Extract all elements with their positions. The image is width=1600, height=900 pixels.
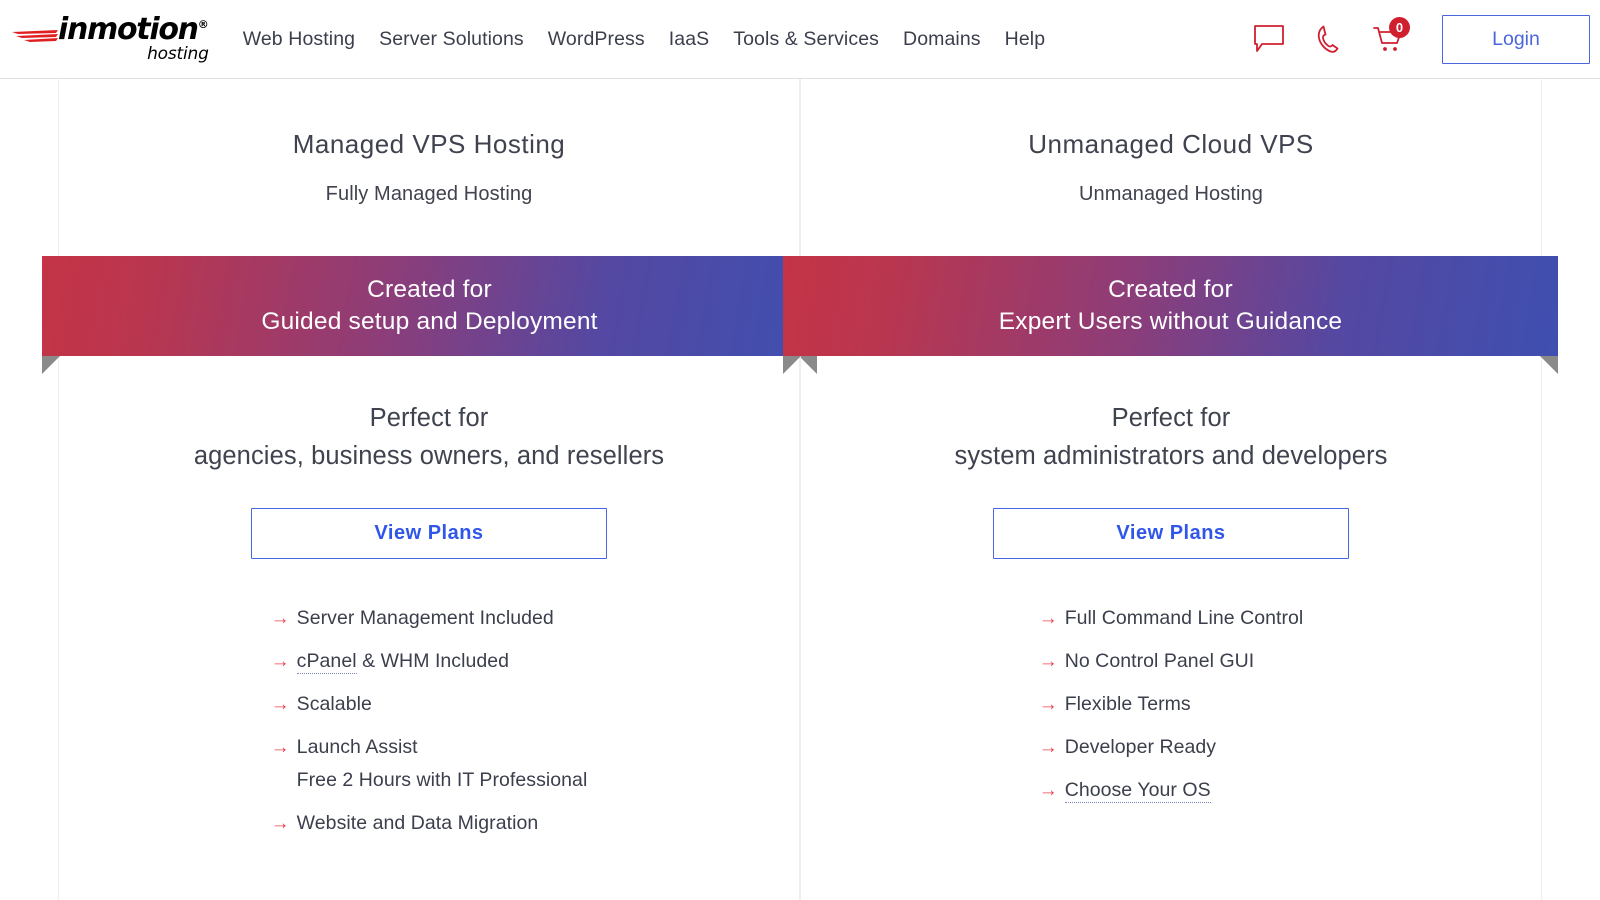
primary-navigation: Web Hosting Server Solutions WordPress I… — [231, 22, 1057, 57]
plan-subtitle: Unmanaged Hosting — [1078, 183, 1264, 206]
nav-item-help[interactable]: Help — [993, 22, 1058, 57]
arrow-right-icon: → — [270, 736, 290, 758]
arrow-right-icon: → — [1038, 736, 1058, 758]
feature-text: Developer Ready — [1064, 735, 1217, 758]
list-item: → Flexible Terms — [1039, 693, 1304, 716]
feature-text: Flexible Terms — [1064, 692, 1191, 715]
list-item: → Developer Ready — [1039, 736, 1304, 759]
feature-text: No Control Panel GUI — [1064, 649, 1255, 672]
list-item: → Choose Your OS — [1038, 778, 1304, 803]
feature-list: → Server Management Included → cPanel & … — [271, 607, 588, 855]
perfect-for-label: Perfect for — [1111, 404, 1231, 433]
arrow-right-icon: → — [270, 650, 290, 672]
brand-registered-mark: ® — [197, 18, 209, 31]
feature-list: → Full Command Line Control → No Control… — [1039, 607, 1304, 822]
feature-text: Scalable — [296, 692, 372, 715]
ribbon-line-1: Created for — [1108, 275, 1233, 303]
chat-icon-glyph — [1254, 25, 1284, 52]
ribbon-line-2: Guided setup and Deployment — [261, 308, 598, 336]
plan-body: Perfect for agencies, business owners, a… — [59, 356, 799, 855]
phone-icon-glyph — [1317, 25, 1339, 53]
perfect-for-detail: system administrators and developers — [954, 442, 1388, 471]
arrow-right-icon: → — [1038, 607, 1058, 629]
choose-your-os-tooltip-link[interactable]: Choose Your OS — [1064, 778, 1211, 803]
list-item: → Launch Assist Free 2 Hours with IT Pro… — [271, 736, 588, 792]
site-header: inmotion® hosting Web Hosting Server Sol… — [0, 0, 1600, 79]
swoosh-icon — [12, 30, 58, 42]
plan-header: Unmanaged Cloud VPS Unmanaged Hosting — [801, 79, 1541, 206]
plan-subtitle: Fully Managed Hosting — [325, 183, 533, 206]
feature-subtext: Free 2 Hours with IT Professional — [296, 768, 588, 791]
nav-item-tools-services[interactable]: Tools & Services — [721, 22, 891, 57]
header-icon-group: 0 — [1252, 17, 1410, 56]
list-item: → Full Command Line Control — [1039, 607, 1304, 630]
feature-text: Server Management Included — [296, 606, 554, 629]
brand-name: inmotion® — [58, 15, 209, 45]
arrow-right-icon: → — [1038, 779, 1058, 801]
arrow-right-icon: → — [1038, 693, 1058, 715]
plan-title: Unmanaged Cloud VPS — [1028, 129, 1314, 159]
view-plans-button[interactable]: View Plans — [993, 507, 1349, 559]
perfect-for-detail: agencies, business owners, and resellers — [193, 442, 665, 471]
feature-text: Full Command Line Control — [1064, 606, 1304, 629]
nav-item-wordpress[interactable]: WordPress — [536, 22, 657, 57]
nav-item-server-solutions[interactable]: Server Solutions — [367, 22, 536, 57]
plan-comparison: Managed VPS Hosting Fully Managed Hostin… — [0, 79, 1600, 900]
login-button[interactable]: Login — [1442, 14, 1590, 64]
nav-item-iaas[interactable]: IaaS — [657, 22, 722, 57]
chat-icon[interactable] — [1252, 22, 1286, 56]
plan-body: Perfect for system administrators and de… — [801, 356, 1541, 822]
arrow-right-icon: → — [1038, 650, 1058, 672]
feature-text: cPanel & WHM Included — [296, 649, 510, 674]
ribbon-line-1: Created for — [367, 275, 492, 303]
phone-icon[interactable] — [1312, 22, 1346, 56]
arrow-right-icon: → — [270, 607, 290, 629]
cart-count-badge: 0 — [1389, 17, 1410, 38]
brand-tagline: hosting — [147, 44, 209, 64]
plan-card-managed-vps: Managed VPS Hosting Fully Managed Hostin… — [42, 79, 817, 900]
ribbon-line-2: Expert Users without Guidance — [998, 308, 1343, 336]
brand-logo[interactable]: inmotion® hosting — [12, 15, 209, 63]
plan-ribbon-banner: Created for Expert Users without Guidanc… — [783, 256, 1558, 375]
feature-text: Choose Your OS — [1064, 778, 1211, 803]
list-item: → cPanel & WHM Included — [270, 649, 588, 674]
arrow-right-icon: → — [270, 812, 290, 834]
perfect-for-label: Perfect for — [369, 404, 489, 433]
feature-text: Launch Assist — [296, 735, 418, 758]
cpanel-tooltip-link[interactable]: cPanel — [296, 649, 357, 674]
arrow-right-icon: → — [270, 693, 290, 715]
plan-ribbon-banner: Created for Guided setup and Deployment — [42, 256, 817, 375]
brand-name-text: inmotion — [58, 12, 199, 47]
plan-header: Managed VPS Hosting Fully Managed Hostin… — [59, 79, 799, 206]
plan-title: Managed VPS Hosting — [292, 129, 566, 159]
cart-icon[interactable]: 0 — [1372, 17, 1410, 56]
feature-text: Website and Data Migration — [296, 811, 539, 834]
list-item: → Website and Data Migration — [271, 812, 588, 835]
plan-card-unmanaged-cloud-vps: Unmanaged Cloud VPS Unmanaged Hosting Cr… — [783, 79, 1558, 900]
nav-item-domains[interactable]: Domains — [891, 22, 993, 57]
list-item: → Scalable — [271, 693, 588, 716]
list-item: → No Control Panel GUI — [1039, 650, 1304, 673]
view-plans-button[interactable]: View Plans — [251, 507, 607, 559]
list-item: → Server Management Included — [271, 607, 588, 630]
feature-text-after: & WHM Included — [356, 649, 510, 672]
nav-item-web-hosting[interactable]: Web Hosting — [231, 22, 367, 57]
